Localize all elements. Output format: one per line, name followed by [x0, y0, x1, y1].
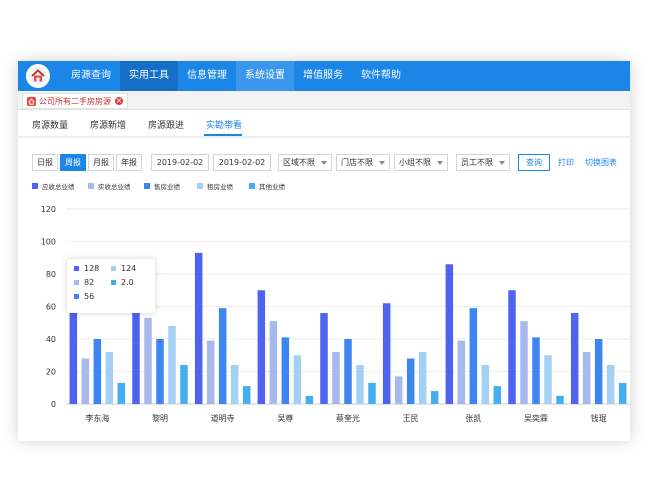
y-tick-label: 120: [41, 205, 56, 214]
x-tick-label: 蔡奎光: [336, 413, 360, 423]
bar: [406, 358, 415, 404]
bar: [445, 264, 454, 404]
bar: [69, 313, 78, 404]
bar: [520, 321, 528, 404]
bar: [493, 386, 502, 404]
bar: [194, 252, 203, 404]
tooltip-item: 2.0: [111, 278, 134, 287]
bar: [269, 321, 278, 404]
y-tick-label: 0: [51, 400, 56, 409]
x-tick-label: 吴奕霖: [524, 413, 548, 423]
bar: [93, 339, 102, 404]
x-tick-label: 道明寺: [211, 413, 235, 423]
bar: [532, 337, 540, 404]
bar: [556, 395, 564, 404]
bar: [257, 290, 266, 404]
bar: [382, 303, 391, 404]
bar: [430, 391, 439, 404]
x-tick-label: 钱琨: [591, 413, 607, 423]
bar-chart: 0 20 40 60 80 100 120 李东海 黎明 道明寺 吴尊 蔡奎光 王民 张凯 吴奕霖 钱琨: [41, 205, 630, 423]
y-tick-label: 60: [46, 303, 56, 312]
bar: [320, 313, 328, 404]
app-window: 房源查询 实用工具 信息管理 系统设置 增值服务 软件帮助 公司所有二手房房源 …: [18, 61, 630, 441]
bar: [594, 339, 603, 404]
tooltip-item: 56: [74, 292, 94, 301]
bar: [344, 339, 352, 404]
bar: [281, 337, 290, 404]
bar: [180, 365, 188, 404]
bar: [481, 365, 490, 404]
bar: [293, 355, 302, 404]
bar: [230, 365, 239, 404]
bar: [394, 376, 403, 404]
bar: [469, 308, 478, 404]
bar: [144, 317, 152, 404]
bar: [117, 382, 126, 404]
tooltip-item: 128: [74, 264, 99, 273]
bar: [332, 352, 340, 404]
x-tick-label: 黎明: [152, 413, 168, 423]
bar: [457, 340, 466, 404]
bar: [618, 382, 627, 404]
bar: [368, 382, 376, 404]
chart-tooltip: 128 124 82 2.0 56: [67, 259, 155, 313]
bar: [81, 358, 90, 404]
y-tick-label: 100: [41, 238, 56, 247]
bar: [570, 313, 579, 404]
y-tick-label: 40: [46, 335, 56, 344]
bar: [582, 352, 591, 404]
x-tick-label: 李东海: [85, 413, 109, 423]
bar: [242, 386, 251, 404]
bar: [105, 352, 114, 404]
bar: [508, 290, 516, 404]
bar: [218, 308, 227, 404]
tooltip-item: 124: [111, 264, 136, 273]
x-tick-label: 王民: [403, 414, 419, 423]
x-tick-label: 吴尊: [277, 413, 293, 423]
bar: [418, 352, 427, 404]
tooltip-item: 82: [74, 278, 94, 287]
y-tick-label: 80: [46, 270, 56, 279]
bar: [606, 365, 615, 404]
bar: [544, 355, 552, 404]
bar: [156, 339, 164, 404]
bar: [168, 326, 176, 404]
bar: [206, 340, 215, 404]
bar: [305, 395, 314, 404]
x-tick-label: 张凯: [465, 413, 481, 423]
y-tick-label: 20: [46, 368, 56, 377]
bar: [356, 365, 364, 404]
